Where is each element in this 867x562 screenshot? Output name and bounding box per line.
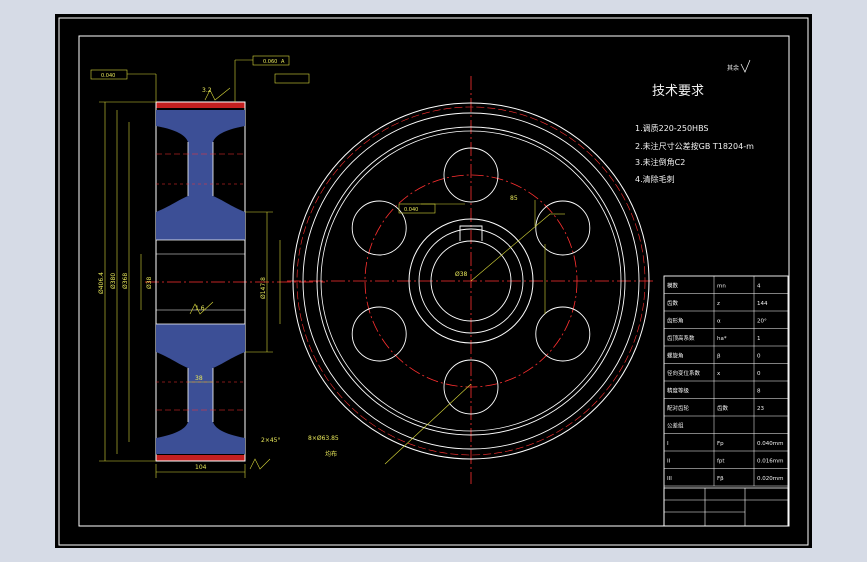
table-cell: I	[667, 441, 669, 447]
tech-note-3: 3.未注倒角C2	[635, 157, 685, 167]
rough-b: 1.6	[195, 305, 205, 312]
dim-od-root: Ø368	[122, 273, 129, 289]
table-cell: Fβ	[717, 476, 724, 482]
dim-od-mid: Ø380	[110, 273, 117, 289]
dim-pitch-note: 均布	[325, 450, 337, 458]
table-cell: 4	[757, 284, 761, 290]
table-cell: mn	[717, 284, 726, 290]
dim-bore: Ø38	[146, 276, 153, 289]
tol-b: 0.060	[263, 59, 277, 65]
table-cell: 0.040mm	[757, 441, 783, 447]
table-cell: 精度等级	[667, 387, 690, 395]
table-cell: III	[667, 476, 672, 482]
table-cell: 径向变位系数	[667, 369, 701, 377]
dim-od-outer: Ø406.4	[98, 272, 105, 294]
lightening-hole	[351, 306, 407, 362]
section-view: Ø406.4 Ø380 Ø368 Ø38 Ø147.8 38 104 2×45°…	[90, 55, 325, 478]
table-cell: Fp	[717, 441, 724, 447]
dim-key-width: 85	[510, 195, 518, 202]
dim-holes: 8×Ø63.85	[308, 435, 339, 442]
table-cell: 8	[757, 389, 761, 395]
tol-a: 0.040	[101, 73, 115, 79]
tech-title: 技术要求	[652, 84, 704, 99]
dim-web: 38	[195, 375, 203, 382]
cad-drawing-viewport[interactable]: Ø406.4 Ø380 Ø368 Ø38 Ø147.8 38 104 2×45°…	[55, 14, 812, 548]
dim-bore-front: Ø38	[455, 271, 468, 278]
table-cell: z	[717, 301, 720, 307]
gear-drawing-sheet: Ø406.4 Ø380 Ø368 Ø38 Ø147.8 38 104 2×45°…	[58, 17, 809, 546]
table-cell: 0	[757, 371, 761, 377]
gear-parameter-table: 模数 mn 4 齿数 z 144 齿形角 α 20° 齿顶高系数 ha* 1 螺旋角 β 0 径向变位系数 x 0…	[663, 275, 789, 527]
table-cell: 模数	[667, 282, 679, 290]
dim-width: 104	[195, 464, 207, 471]
table-cell: 23	[757, 406, 764, 412]
title-block	[663, 487, 789, 527]
table-cell: 0	[757, 354, 761, 360]
table-cell: 齿数	[717, 404, 729, 412]
table-cell: 0.016mm	[757, 459, 783, 465]
table-cell: x	[717, 371, 721, 377]
table-cell: 0.020mm	[757, 476, 783, 482]
table-cell: 20°	[757, 319, 767, 325]
table-cell: 齿顶高系数	[667, 334, 695, 342]
table-cell: 齿形角	[667, 317, 684, 325]
table-cell: fpt	[717, 459, 725, 465]
front-view: 85 Ø38 8×Ø63.85 均布 0.040	[287, 76, 655, 484]
table-cell: 配对齿轮	[667, 404, 690, 412]
table-cell: 公差组	[667, 422, 684, 430]
tech-note-2: 2.未注尺寸公差按GB T18204-m	[635, 141, 754, 151]
rough-a: 3.2	[202, 87, 212, 94]
table-cell: ha*	[717, 336, 727, 342]
technical-requirements: 其余 技术要求 1.调质220-250HBS 2.未注尺寸公差按GB T1820…	[635, 59, 754, 184]
dim-chamfer: 2×45°	[261, 437, 280, 444]
tech-note-4: 4.清除毛刺	[635, 174, 675, 184]
dim-hub: Ø147.8	[260, 277, 267, 299]
table-cell: β	[717, 354, 721, 360]
corner-roughness-mark: 其余	[727, 64, 739, 72]
table-cell: 齿数	[667, 299, 679, 307]
datum-a: A	[281, 59, 285, 65]
dim-tol-front: 0.040	[404, 207, 418, 213]
table-cell: II	[667, 459, 671, 465]
tech-note-1: 1.调质220-250HBS	[635, 123, 709, 133]
table-cell: 144	[757, 301, 768, 307]
table-cell: 1	[757, 336, 761, 342]
table-cell: α	[717, 319, 721, 325]
table-cell: 螺旋角	[667, 352, 684, 360]
